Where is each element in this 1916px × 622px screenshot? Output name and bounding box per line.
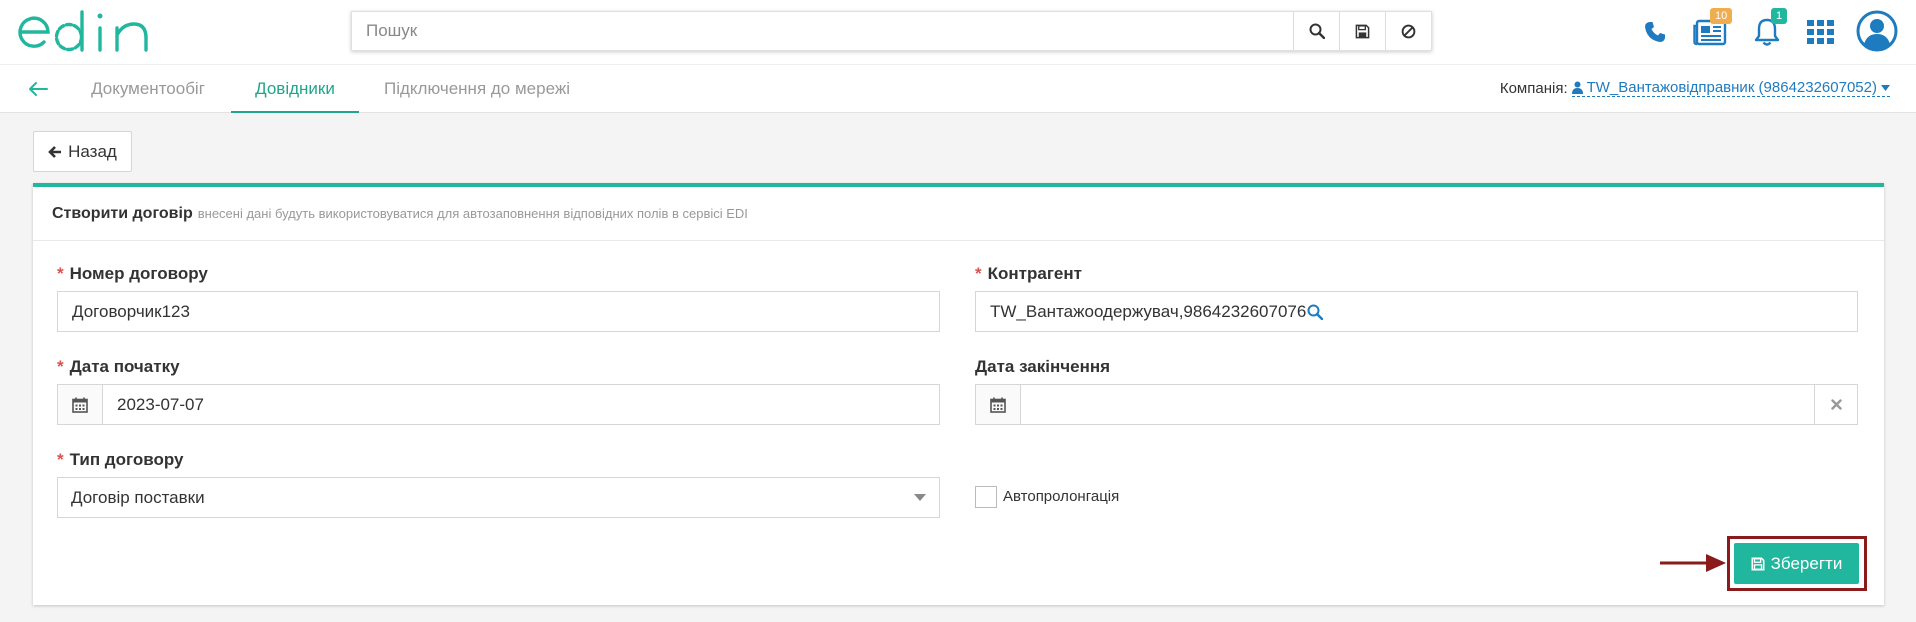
search-input[interactable] bbox=[352, 12, 1293, 50]
contract-number-value: Договорчик123 bbox=[72, 301, 190, 321]
search-icon bbox=[1309, 23, 1325, 39]
company-dropdown[interactable]: TW_Вантажовідправник (9864232607052) bbox=[1571, 79, 1890, 97]
required-marker: * bbox=[975, 264, 982, 283]
tab-directories[interactable]: Довідники bbox=[231, 65, 359, 113]
tab-network-connection[interactable]: Підключення до мережі bbox=[370, 65, 584, 113]
end-date-label: Дата закінчення bbox=[975, 357, 1110, 377]
save-button[interactable]: Зберегти bbox=[1734, 543, 1859, 584]
save-search-button[interactable] bbox=[1339, 12, 1385, 50]
top-bar: 10 1 bbox=[0, 0, 1916, 64]
contract-number-input[interactable]: Договорчик123 bbox=[57, 291, 940, 332]
contract-number-label: * Номер договору bbox=[57, 264, 208, 284]
back-button[interactable]: Назад bbox=[33, 131, 132, 172]
user-circle-icon bbox=[1856, 10, 1898, 52]
edin-logo[interactable] bbox=[16, 10, 161, 54]
back-arrow-icon[interactable] bbox=[26, 77, 50, 101]
start-date-label-text: Дата початку bbox=[69, 357, 180, 376]
notifications-badge: 1 bbox=[1771, 8, 1788, 24]
auto-prolongation-checkbox[interactable] bbox=[975, 486, 997, 508]
company-name: TW_Вантажовідправник (9864232607052) bbox=[1586, 79, 1877, 96]
calendar-icon bbox=[990, 397, 1006, 413]
floppy-icon bbox=[1355, 24, 1370, 38]
search-button[interactable] bbox=[1293, 12, 1339, 50]
apps-button[interactable] bbox=[1806, 12, 1836, 52]
contract-number-label-text: Номер договору bbox=[69, 264, 208, 283]
save-button-label: Зберегти bbox=[1770, 553, 1843, 573]
caret-down-icon bbox=[1881, 84, 1890, 91]
arrow-left-icon bbox=[48, 145, 62, 158]
panel-header: Створити договір внесені дані будуть вик… bbox=[33, 187, 1884, 241]
panel-title: Створити договір bbox=[52, 204, 193, 222]
required-marker: * bbox=[57, 264, 64, 283]
contract-type-select[interactable]: Договір поставки bbox=[57, 477, 940, 518]
calendar-button[interactable] bbox=[976, 385, 1021, 424]
counterparty-value: TW_Вантажоодержувач,9864232607076 bbox=[990, 301, 1307, 321]
back-button-label: Назад bbox=[68, 141, 117, 161]
contract-type-value: Договір поставки bbox=[71, 487, 205, 507]
tab-document-flow[interactable]: Документообіг bbox=[73, 65, 223, 113]
phone-icon bbox=[1645, 22, 1665, 42]
counterparty-input[interactable]: TW_Вантажоодержувач,9864232607076 bbox=[975, 291, 1858, 332]
end-date-label-text: Дата закінчення bbox=[975, 357, 1111, 376]
reports-button[interactable]: 10 bbox=[1690, 8, 1733, 52]
calendar-icon bbox=[72, 397, 88, 413]
pointer-arrow-annotation bbox=[1660, 554, 1726, 572]
required-marker: * bbox=[57, 357, 64, 376]
calendar-button[interactable] bbox=[58, 385, 103, 424]
start-date-input[interactable]: 2023-07-07 bbox=[57, 384, 940, 425]
create-contract-panel: Створити договір внесені дані будуть вик… bbox=[33, 183, 1884, 605]
clear-end-date-button[interactable] bbox=[1814, 385, 1857, 424]
end-date-input[interactable] bbox=[975, 384, 1858, 425]
required-marker: * bbox=[57, 450, 64, 469]
apps-grid-icon bbox=[1807, 20, 1834, 44]
contract-type-label-text: Тип договору bbox=[69, 450, 184, 469]
sub-navigation: Документообіг Довідники Підключення до м… bbox=[0, 64, 1916, 113]
counterparty-label: * Контрагент bbox=[975, 264, 1082, 284]
caret-down-icon bbox=[914, 494, 926, 501]
ban-icon bbox=[1401, 24, 1416, 38]
clear-search-button[interactable] bbox=[1385, 12, 1431, 50]
company-label: Компанія: bbox=[1499, 79, 1568, 97]
panel-subtitle: внесені дані будуть використовуватися дл… bbox=[197, 206, 748, 221]
start-date-label: * Дата початку bbox=[57, 357, 180, 377]
user-icon bbox=[1571, 81, 1583, 94]
user-avatar[interactable] bbox=[1855, 9, 1899, 53]
counterparty-label-text: Контрагент bbox=[987, 264, 1082, 283]
company-selector: Компанія: TW_Вантажовідправник (98642326… bbox=[1500, 79, 1890, 97]
contract-type-label: * Тип договору bbox=[57, 450, 183, 470]
close-icon bbox=[1830, 399, 1842, 410]
auto-prolongation-label: Автопролонгація bbox=[1003, 488, 1120, 505]
start-date-value: 2023-07-07 bbox=[117, 394, 204, 414]
search-icon[interactable] bbox=[1307, 304, 1324, 320]
floppy-icon bbox=[1751, 557, 1765, 570]
notifications-button[interactable]: 1 bbox=[1749, 8, 1788, 52]
search-bar bbox=[351, 11, 1432, 51]
reports-badge: 10 bbox=[1710, 8, 1733, 24]
phone-button[interactable] bbox=[1640, 12, 1670, 52]
